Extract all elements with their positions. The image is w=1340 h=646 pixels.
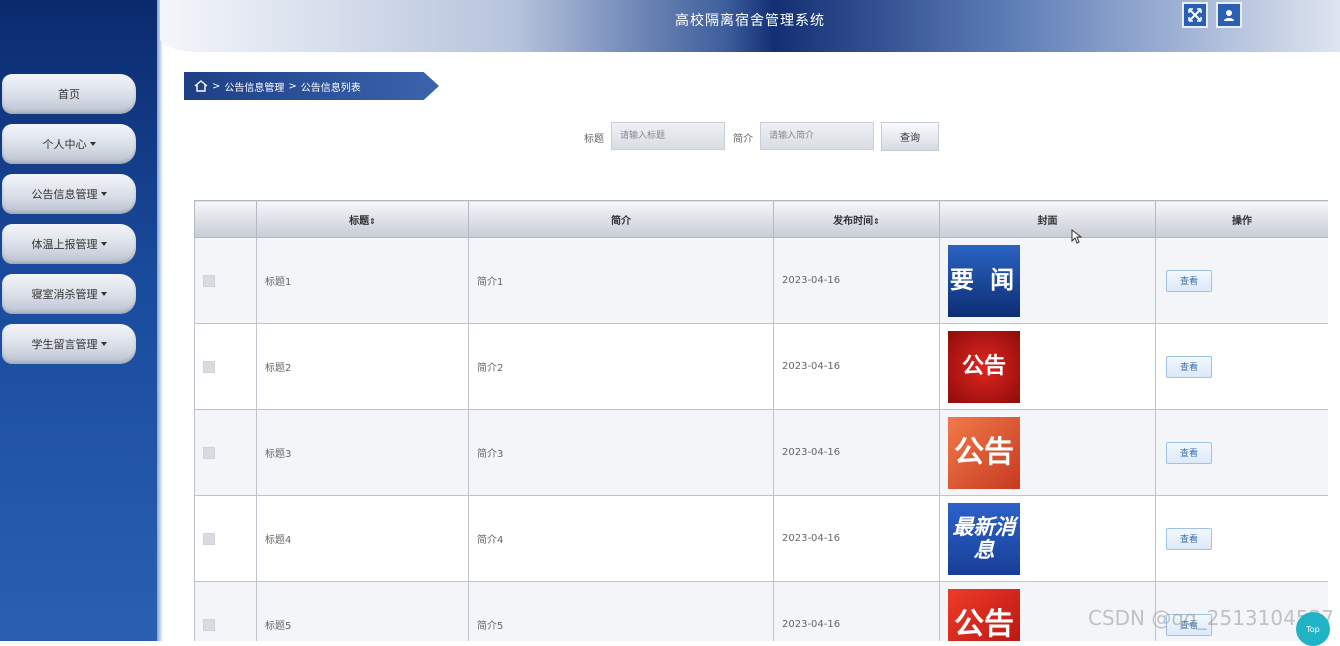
sidebar-item-label: 寝室消杀管理 xyxy=(31,288,98,301)
cell-time: 2023-04-16 xyxy=(773,237,940,324)
cell-time: 2023-04-16 xyxy=(773,495,940,582)
table-row: 标题3 简介3 2023-04-16 公告 查看 xyxy=(194,409,1328,496)
cell-title: 标题3 xyxy=(256,409,469,496)
row-checkbox[interactable] xyxy=(203,446,215,459)
intro-search-label: 简介 xyxy=(733,134,753,145)
column-header-title[interactable]: 标题⇕ xyxy=(256,200,469,238)
view-button[interactable]: 查看 xyxy=(1166,269,1212,292)
column-header-cover: 封面 xyxy=(939,200,1156,238)
sidebar-item-personal-center[interactable]: 个人中心 xyxy=(2,124,136,164)
column-header-action: 操作 xyxy=(1155,200,1328,238)
breadcrumb-level2: 公告信息列表 xyxy=(300,82,361,94)
table-row: 标题4 简介4 2023-04-16 最新消息 查看 xyxy=(194,495,1328,582)
caret-down-icon xyxy=(89,142,96,146)
cell-title: 标题5 xyxy=(256,581,469,641)
sidebar-item-label: 个人中心 xyxy=(42,138,87,151)
sidebar-item-home[interactable]: 首页 xyxy=(2,74,136,114)
home-icon[interactable] xyxy=(194,80,208,92)
column-header-select xyxy=(194,200,257,238)
cover-image: 要 闻 xyxy=(948,244,1020,317)
row-checkbox[interactable] xyxy=(203,274,215,287)
intro-search-input[interactable] xyxy=(760,122,874,150)
mouse-cursor-icon xyxy=(1071,229,1082,244)
cell-intro: 简介3 xyxy=(468,409,774,496)
fullscreen-icon[interactable] xyxy=(1182,2,1208,28)
view-button[interactable]: 查看 xyxy=(1166,441,1212,464)
cell-intro: 简介1 xyxy=(468,237,774,324)
sidebar-item-label: 首页 xyxy=(58,88,80,101)
cell-title: 标题1 xyxy=(256,237,469,324)
cell-time: 2023-04-16 xyxy=(773,581,940,641)
row-checkbox[interactable] xyxy=(203,360,215,373)
caret-down-icon xyxy=(100,192,107,196)
sidebar-item-temperature-management[interactable]: 体温上报管理 xyxy=(2,224,136,264)
breadcrumb-level1[interactable]: 公告信息管理 xyxy=(224,79,284,94)
notice-table: 标题⇕ 简介 发布时间⇕ 封面 操作 标题1 简介1 2023-04-16 要 … xyxy=(194,200,1328,641)
column-header-intro: 简介 xyxy=(468,200,774,238)
search-button[interactable]: 查询 xyxy=(881,122,939,151)
breadcrumb: > 公告信息管理 > 公告信息列表 xyxy=(184,72,439,100)
cover-image: 最新消息 xyxy=(948,502,1020,575)
sort-icon[interactable]: ⇕ xyxy=(369,217,376,226)
sidebar-item-label: 公告信息管理 xyxy=(31,188,98,201)
cell-title: 标题4 xyxy=(256,495,469,582)
view-button[interactable]: 查看 xyxy=(1166,355,1212,378)
sidebar-item-disinfection-management[interactable]: 寝室消杀管理 xyxy=(2,274,136,314)
cell-title: 标题2 xyxy=(256,323,469,410)
sidebar-item-notice-management[interactable]: 公告信息管理 xyxy=(2,174,136,214)
sort-icon[interactable]: ⇕ xyxy=(873,217,880,226)
caret-down-icon xyxy=(100,342,107,346)
breadcrumb-separator: > xyxy=(212,80,221,92)
cover-image: 公告 xyxy=(948,330,1020,403)
cell-intro: 简介5 xyxy=(468,581,774,641)
cell-time: 2023-04-16 xyxy=(773,409,940,496)
table-row: 标题2 简介2 2023-04-16 公告 查看 xyxy=(194,323,1328,410)
cell-time: 2023-04-16 xyxy=(773,323,940,410)
cover-image: 公告 xyxy=(948,416,1020,489)
column-header-time[interactable]: 发布时间⇕ xyxy=(773,200,940,238)
page-title: 高校隔离宿舍管理系统 xyxy=(675,13,825,29)
caret-down-icon xyxy=(100,292,107,296)
sidebar: 首页 个人中心 公告信息管理 体温上报管理 寝室消杀管理 学生留言管理 xyxy=(0,0,163,641)
title-search-input[interactable] xyxy=(611,122,725,150)
sidebar-item-label: 学生留言管理 xyxy=(31,338,98,351)
title-search-label: 标题 xyxy=(584,134,604,145)
header: 高校隔离宿舍管理系统 xyxy=(160,0,1340,52)
caret-down-icon xyxy=(100,242,107,246)
sidebar-item-message-management[interactable]: 学生留言管理 xyxy=(2,324,136,364)
sidebar-item-label: 体温上报管理 xyxy=(31,238,98,251)
user-icon[interactable] xyxy=(1216,2,1242,28)
table-row: 标题1 简介1 2023-04-16 要 闻 查看 xyxy=(194,237,1328,324)
table-header-row: 标题⇕ 简介 发布时间⇕ 封面 操作 xyxy=(194,200,1328,238)
cover-image: 公告 xyxy=(948,588,1020,641)
cell-intro: 简介2 xyxy=(468,323,774,410)
row-checkbox[interactable] xyxy=(203,532,215,545)
view-button[interactable]: 查看 xyxy=(1166,527,1212,550)
row-checkbox[interactable] xyxy=(203,618,215,631)
cell-intro: 简介4 xyxy=(468,495,774,582)
breadcrumb-separator: > xyxy=(288,80,297,92)
